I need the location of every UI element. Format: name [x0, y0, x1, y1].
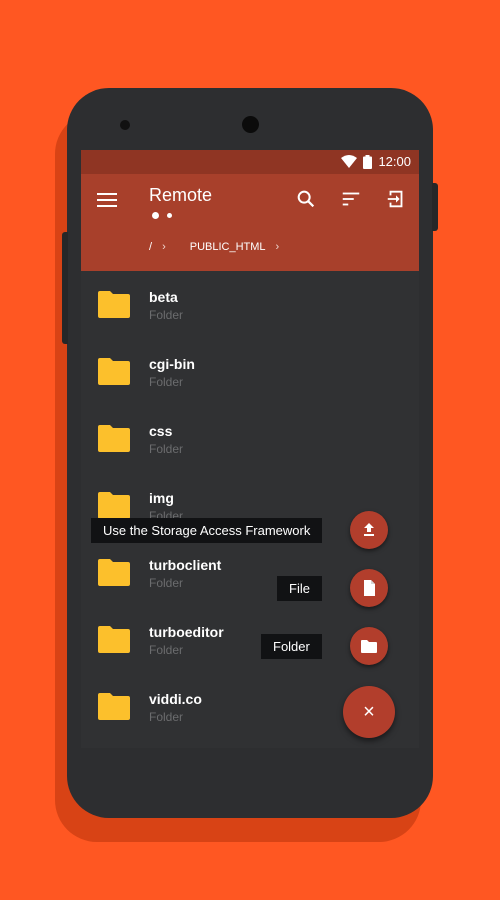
file-tooltip: File — [277, 576, 322, 601]
file-name: img — [149, 490, 174, 506]
volume-button — [62, 232, 68, 344]
search-icon[interactable] — [295, 188, 317, 210]
page-indicator — [152, 212, 172, 219]
status-bar: 12:00 — [81, 150, 419, 174]
list-item[interactable]: beta Folder — [81, 271, 419, 338]
file-type: Folder — [149, 442, 184, 456]
upload-tooltip: Use the Storage Access Framework — [91, 518, 323, 543]
logout-icon[interactable] — [385, 188, 407, 210]
folder-icon — [98, 425, 130, 452]
status-time: 12:00 — [378, 154, 411, 169]
breadcrumb-separator: › — [275, 241, 280, 253]
file-icon — [364, 580, 375, 596]
breadcrumb-current[interactable]: PUBLIC_HTML — [190, 241, 266, 253]
battery-icon — [363, 154, 373, 169]
sensor — [120, 120, 130, 130]
front-camera — [242, 116, 259, 133]
file-name: css — [149, 423, 173, 439]
file-type: Folder — [149, 375, 184, 389]
close-fab[interactable]: × — [343, 686, 395, 738]
app-screen: 12:00 Remote / › PUBLIC_HTML › beta Fold… — [81, 150, 419, 748]
menu-icon[interactable] — [97, 193, 117, 209]
file-type: Folder — [149, 308, 184, 322]
app-toolbar: Remote / › PUBLIC_HTML › — [81, 174, 419, 271]
new-file-fab[interactable] — [350, 569, 388, 607]
file-name: turboclient — [149, 557, 222, 573]
folder-icon — [98, 559, 130, 586]
wifi-icon — [341, 155, 358, 168]
close-icon: × — [363, 701, 375, 723]
breadcrumb-root[interactable]: / — [149, 241, 152, 253]
breadcrumb-separator: › — [162, 241, 166, 253]
file-name: cgi-bin — [149, 356, 195, 372]
page-dot-active — [152, 212, 159, 219]
breadcrumb: / › PUBLIC_HTML › — [149, 241, 291, 253]
folder-icon — [98, 626, 130, 653]
upload-icon — [364, 523, 374, 536]
folder-icon — [361, 640, 377, 653]
folder-icon — [98, 492, 130, 519]
power-button — [432, 183, 438, 231]
new-folder-fab[interactable] — [350, 627, 388, 665]
toolbar-title: Remote — [149, 185, 213, 205]
file-name: viddi.co — [149, 691, 202, 707]
list-item[interactable]: css Folder — [81, 405, 419, 472]
file-name: turboeditor — [149, 624, 224, 640]
file-name: beta — [149, 289, 178, 305]
folder-icon — [98, 291, 130, 318]
folder-icon — [98, 358, 130, 385]
sort-icon[interactable] — [340, 188, 362, 210]
file-type: Folder — [149, 576, 184, 590]
file-list: beta Folder cgi-bin Folder css Folder im… — [81, 271, 419, 740]
folder-tooltip: Folder — [261, 634, 322, 659]
file-type: Folder — [149, 643, 184, 657]
page-dot — [167, 213, 172, 218]
upload-fab[interactable] — [350, 511, 388, 549]
folder-icon — [98, 693, 130, 720]
list-item[interactable]: cgi-bin Folder — [81, 338, 419, 405]
file-type: Folder — [149, 710, 184, 724]
